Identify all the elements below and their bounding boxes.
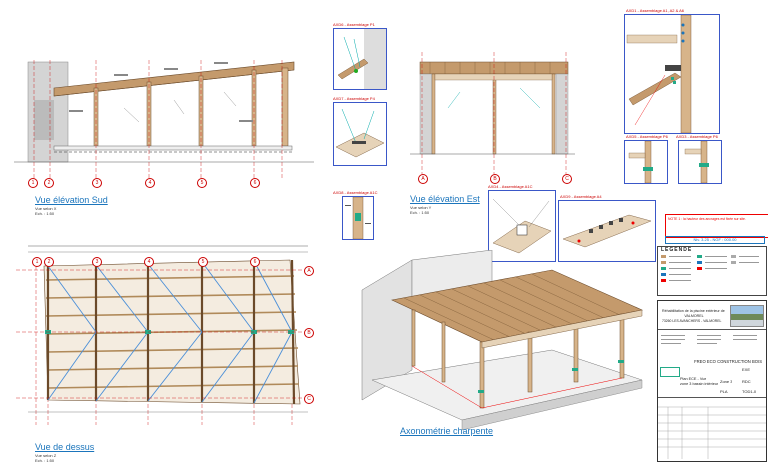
detail-label-p4: AXD7 - Assemblage P4	[333, 96, 375, 101]
east-elevation-title: Vue élévation Est	[410, 194, 480, 204]
site-photo	[730, 305, 764, 327]
code-zone: Zone 3	[720, 379, 733, 384]
detail-label-a4: AXD9 - Assemblage A4	[560, 194, 602, 199]
grid-bubble-top-3: 3	[92, 257, 102, 267]
project-line-3: 73260 LES AVANCHERS - VALMOREL	[662, 319, 722, 323]
detail-box-a1a2a6	[624, 14, 720, 134]
grid-bubble-south-5: 5	[197, 178, 207, 188]
top-view-scale: Ech. : 1:50	[35, 458, 55, 463]
grid-bubble-south-1: 1	[28, 178, 38, 188]
red-note-text: NOTE 1 : la hauteur des ancrages est fix…	[668, 217, 746, 221]
south-elevation-drawing	[14, 60, 314, 178]
legend-box: LEGENDE	[657, 246, 767, 296]
grid-bubble-top-2: 2	[44, 257, 54, 267]
detail-box-p1	[333, 28, 387, 90]
detail-label-p6-a: AXD5 - Assemblage P6	[626, 134, 668, 139]
grid-bubble-top-4: 4	[144, 257, 154, 267]
project-line-1: Réhabilitation de la piscine extérieur d…	[662, 309, 725, 313]
grid-bubble-south-3: 3	[92, 178, 102, 188]
level-box: Niv. 3.25 - NGF : 000.00	[665, 236, 765, 244]
grid-bubble-top-1: 1	[32, 257, 42, 267]
east-elevation-drawing	[410, 52, 575, 174]
detail-label-a1c-right: AXD4 - Assemblage A1C	[488, 184, 533, 189]
detail-label-a1c-left: AXD8 - Assemblage A1C	[333, 190, 378, 195]
detail-box-a1c-left	[342, 196, 374, 240]
project-line-2: VALMOREL	[684, 314, 704, 318]
top-view-title: Vue de dessus	[35, 442, 95, 452]
code-tod: TOD1-0	[742, 389, 757, 394]
drawing-title-1: Plan ECE - Vue	[680, 377, 707, 381]
grid-bubble-top-side-b: B	[304, 328, 314, 338]
grid-bubble-south-6: 6	[250, 178, 260, 188]
title-block: Réhabilitation de la piscine extérieur d…	[657, 300, 767, 462]
grid-bubble-east-c: C	[562, 174, 572, 184]
code-type: PLA	[720, 389, 728, 394]
grid-bubble-top-side-a: A	[304, 266, 314, 276]
company-logo	[660, 367, 680, 377]
east-elevation-scale: Ech. : 1:50	[410, 210, 430, 215]
axonometry-drawing	[361, 250, 643, 431]
grid-bubble-top-6: 6	[250, 257, 260, 267]
detail-label-p6-b: AXD3 - Assemblage P6	[676, 134, 718, 139]
grid-bubble-top-5: 5	[198, 257, 208, 267]
detail-box-p6-a	[624, 140, 668, 184]
code-exe: EXE	[742, 367, 751, 372]
detail-label-a1a2a6: AXD1 - Assemblage A1, A2 & A6	[626, 8, 685, 13]
grid-bubble-south-4: 4	[145, 178, 155, 188]
detail-label-p1: AXD6 - Assemblage P1	[333, 22, 375, 27]
detail-box-p6-b	[678, 140, 722, 184]
code-rdc: RDC	[742, 379, 751, 384]
detail-box-p4	[333, 102, 387, 166]
grid-bubble-top-side-c: C	[304, 394, 314, 404]
top-view-drawing	[16, 245, 308, 425]
south-elevation-scale: Ech. : 1:50	[35, 211, 55, 216]
grid-bubble-south-2: 2	[44, 178, 54, 188]
axonometry-title: Axonométrie charpente	[400, 426, 494, 436]
company-name: FREO ECO CONSTRUCTION BOIS	[694, 359, 762, 364]
legend-title: LEGENDE	[661, 247, 693, 253]
south-elevation-title: Vue élévation Sud	[35, 195, 108, 205]
grid-bubble-east-a: A	[418, 174, 428, 184]
grid-bubble-east-b: B	[490, 174, 500, 184]
red-note-box: NOTE 1 : la hauteur des ancrages est fix…	[665, 214, 768, 238]
drawing-title-2: zone 3 bassin intérieur	[680, 382, 719, 386]
